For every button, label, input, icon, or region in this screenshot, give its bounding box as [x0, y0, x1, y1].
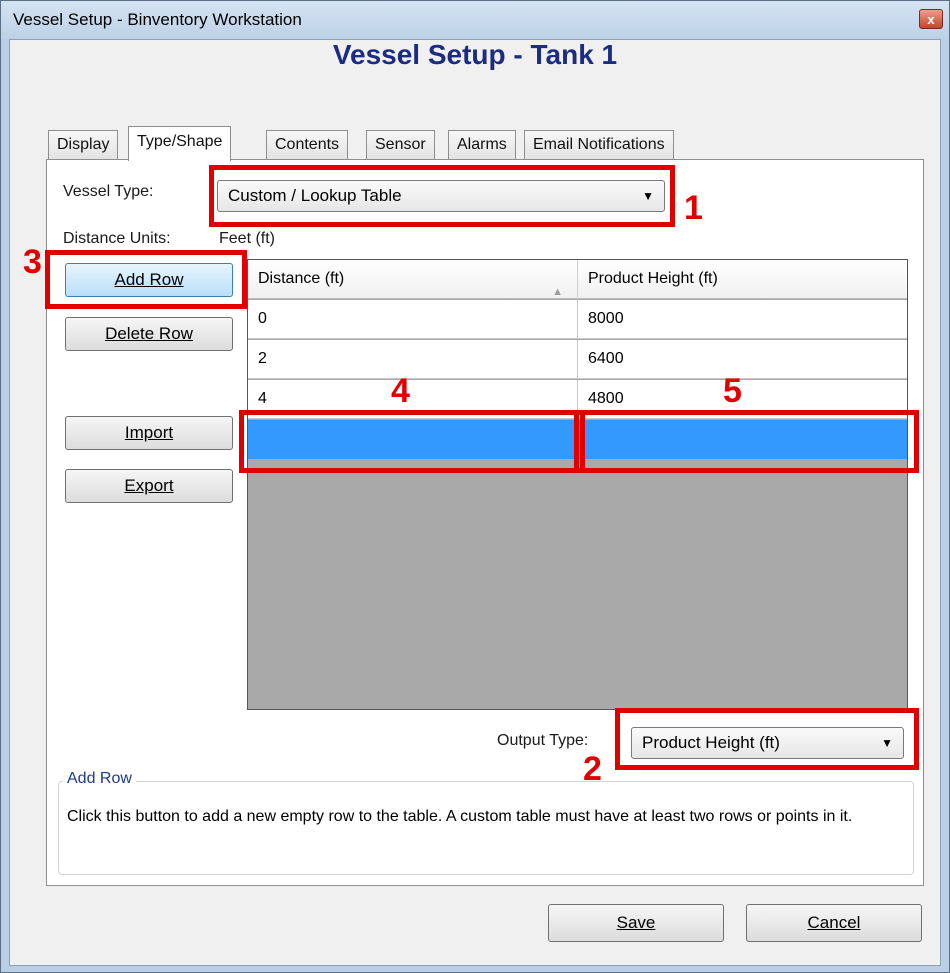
distance-cell[interactable]: 2	[248, 340, 578, 379]
annotation-number-5: 5	[723, 372, 742, 410]
help-groupbox	[58, 781, 914, 875]
export-button[interactable]: Export	[65, 469, 233, 503]
annotation-number-4: 4	[391, 372, 410, 410]
annotation-box-4	[239, 410, 585, 473]
table-row[interactable]: 2 6400	[248, 340, 907, 379]
vessel-type-label: Vessel Type:	[63, 183, 154, 200]
delete-row-button[interactable]: Delete Row	[65, 317, 233, 351]
dialog-window: Vessel Setup - Binventory Workstation x …	[0, 0, 950, 973]
grid-header: Distance (ft) ▲ Product Height (ft)	[248, 260, 907, 299]
save-button[interactable]: Save	[548, 904, 724, 942]
output-type-label: Output Type:	[497, 732, 589, 749]
help-title: Add Row	[63, 770, 136, 788]
title-bar[interactable]: Vessel Setup - Binventory Workstation x	[1, 1, 949, 39]
window-title: Vessel Setup - Binventory Workstation	[13, 10, 302, 29]
distance-units-label: Distance Units:	[63, 230, 171, 247]
tab-alarms[interactable]: Alarms	[448, 130, 516, 160]
annotation-number-3: 3	[23, 243, 42, 281]
column-header-product-height[interactable]: Product Height (ft)	[578, 260, 907, 299]
tab-sensor[interactable]: Sensor	[366, 130, 435, 160]
product-height-cell[interactable]: 8000	[578, 300, 907, 339]
close-icon: x	[927, 11, 935, 27]
tab-contents[interactable]: Contents	[266, 130, 349, 160]
lookup-table-grid[interactable]: Distance (ft) ▲ Product Height (ft) 0 80…	[247, 259, 908, 710]
table-row[interactable]: 0 8000	[248, 300, 907, 339]
page-title: Vessel Setup - Tank 1	[332, 39, 618, 70]
distance-cell[interactable]: 0	[248, 300, 578, 339]
import-button[interactable]: Import	[65, 416, 233, 450]
column-header-distance[interactable]: Distance (ft) ▲	[248, 260, 578, 299]
column-header-product-height-label: Product Height (ft)	[588, 270, 718, 287]
annotation-box-1	[209, 165, 675, 227]
tab-display[interactable]: Display	[48, 130, 119, 160]
help-text: Click this button to add a new empty row…	[67, 808, 853, 825]
tab-type-shape[interactable]: Type/Shape	[128, 126, 232, 161]
cancel-button[interactable]: Cancel	[746, 904, 922, 942]
close-button[interactable]: x	[919, 9, 943, 29]
product-height-cell[interactable]: 6400	[578, 340, 907, 379]
annotation-box-5	[574, 410, 919, 473]
annotation-box-2	[615, 708, 919, 770]
annotation-box-3	[45, 250, 247, 309]
distance-units-value: Feet (ft)	[219, 230, 276, 247]
tab-email-notifications[interactable]: Email Notifications	[524, 130, 674, 160]
column-header-distance-label: Distance (ft)	[258, 270, 345, 287]
annotation-number-2: 2	[583, 750, 602, 788]
annotation-number-1: 1	[684, 189, 703, 227]
